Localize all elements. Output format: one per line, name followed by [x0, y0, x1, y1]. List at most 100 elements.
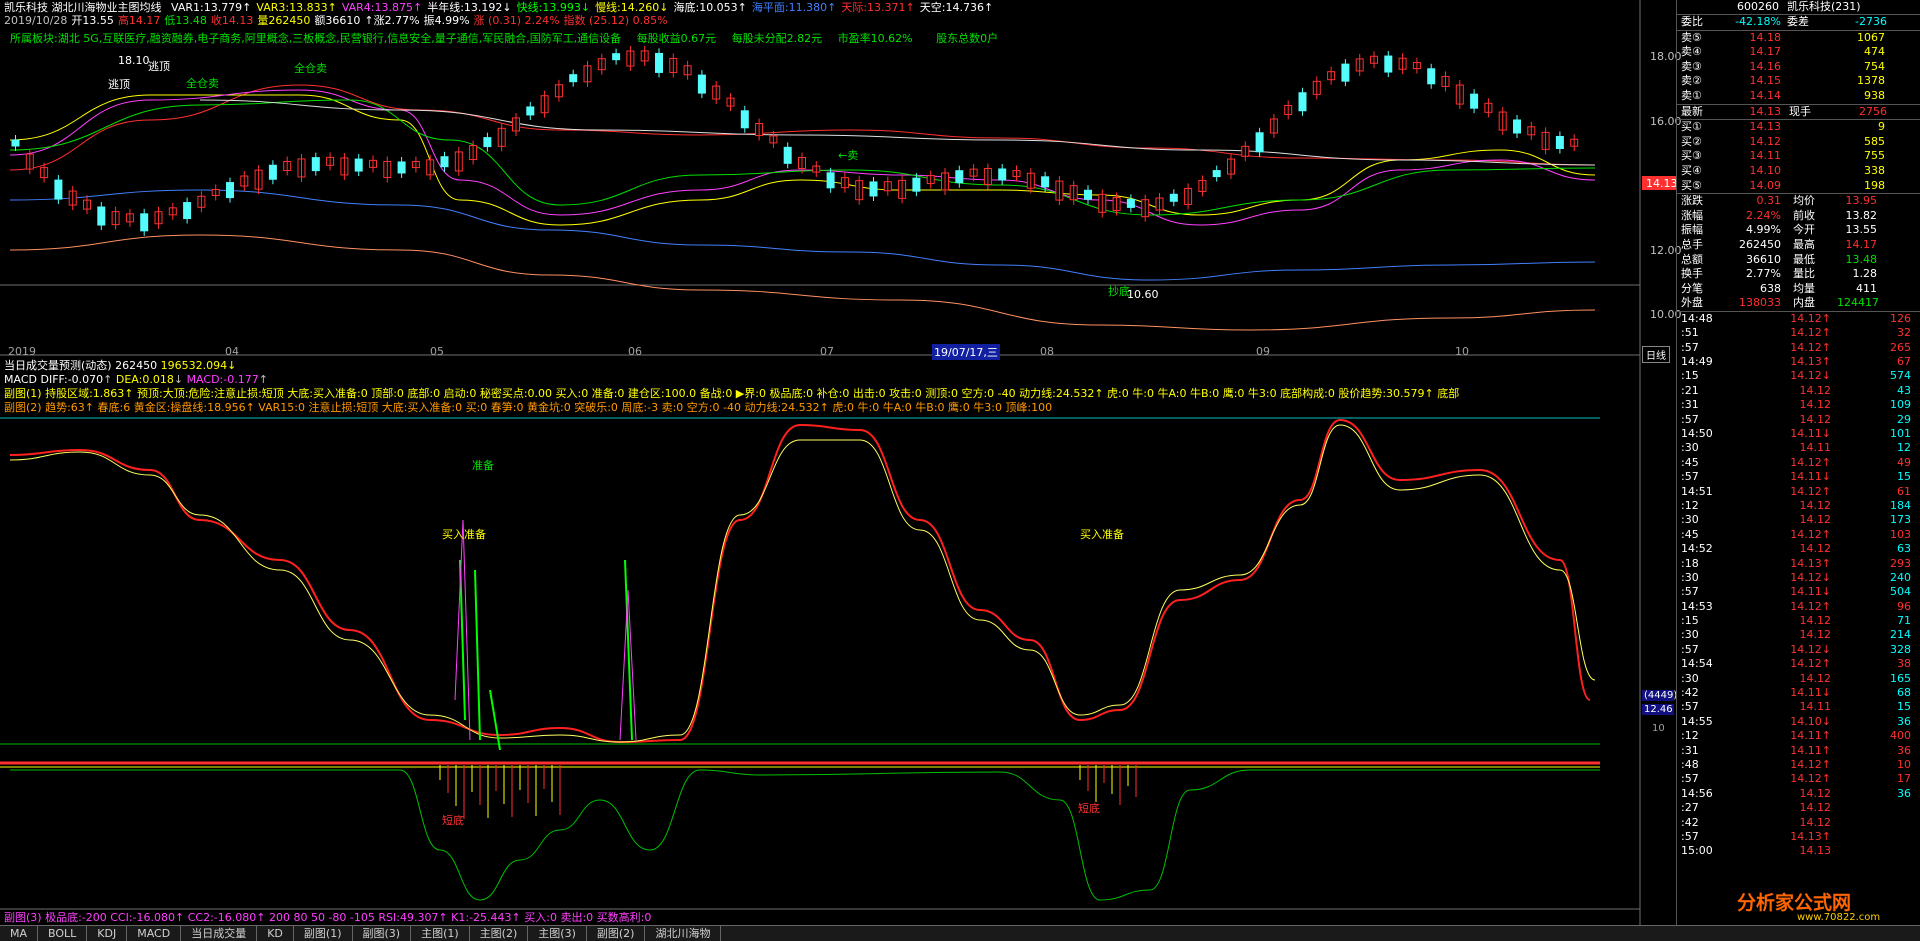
- tick-time: 14:53: [1681, 599, 1713, 613]
- tick-row: :30 14.12 165: [1677, 672, 1920, 686]
- tick-row: :57 14.12 29: [1677, 413, 1920, 427]
- quote-label: 买⑤: [1681, 178, 1702, 192]
- tick-price: 14.10↓: [1790, 714, 1831, 728]
- x-label-08: 08: [1040, 345, 1054, 358]
- stat-label: 分笔: [1681, 281, 1703, 295]
- tick-volume: 36: [1897, 786, 1911, 800]
- tick-volume: [1831, 816, 1911, 830]
- tick-time: :30: [1681, 628, 1699, 642]
- tab-10[interactable]: 主图(3): [528, 926, 587, 941]
- stat-row: 换手 2.77% 量比 1.28: [1677, 267, 1920, 282]
- tick-volume: 36: [1897, 714, 1911, 728]
- tick-time: :30: [1681, 671, 1699, 685]
- quote-label: 卖⑤: [1681, 30, 1702, 44]
- annot-escape-top-2: 逃顶: [108, 78, 130, 91]
- tick-time: :57: [1681, 412, 1699, 426]
- watermark-text: 分析家公式网: [1737, 892, 1852, 914]
- tick-volume: 96: [1897, 599, 1911, 613]
- tick-row: 14:55 14.10↓ 36: [1677, 715, 1920, 729]
- tick-volume: 101: [1890, 427, 1911, 440]
- tab-6[interactable]: 副图(1): [294, 926, 353, 941]
- annot-low-value: 10.60: [1127, 288, 1159, 301]
- tick-row: :48 14.12↑ 10: [1677, 758, 1920, 772]
- tick-price: 14.12↑: [1790, 657, 1831, 671]
- tick-price: 14.12: [1799, 498, 1832, 512]
- tick-row: 15:00 14.13: [1677, 844, 1920, 858]
- macd-macd: MACD:-0.177: [186, 373, 259, 386]
- tick-volume: 504: [1890, 585, 1911, 599]
- tick-volume: [1831, 801, 1911, 815]
- tick-price: 14.11: [1799, 441, 1832, 455]
- quote-label: 买①: [1681, 120, 1702, 134]
- quote-price: 14.11: [1749, 149, 1782, 163]
- tick-price: 14.11↓: [1790, 427, 1831, 440]
- tick-time: :12: [1681, 498, 1699, 512]
- tick-list[interactable]: 14:48 14.12↑ 126:51 14.12↑ 32:57 14.12↑ 265 14:…: [1677, 310, 1920, 859]
- tab-5[interactable]: KD: [257, 926, 294, 941]
- tick-row: :15 14.12 71: [1677, 614, 1920, 628]
- tick-volume: 240: [1890, 570, 1911, 584]
- sub2-magenta-spikes: [454, 519, 637, 741]
- quote-row: 买② 14.12 585: [1677, 135, 1920, 150]
- tick-volume: 103: [1890, 527, 1911, 541]
- tick-price: 14.12↓: [1790, 369, 1831, 383]
- last-price: 14.13: [1749, 104, 1782, 118]
- tab-7[interactable]: 副图(3): [353, 926, 412, 941]
- quote-row: 卖① 14.14 938: [1677, 89, 1920, 104]
- tab-4[interactable]: 当日成交量: [181, 926, 258, 941]
- stat-row: 外盘 138033 内盘 124417: [1677, 296, 1920, 311]
- tick-time: :57: [1681, 340, 1699, 354]
- vol-v1: 262450: [115, 359, 158, 372]
- tick-row: :57 14.11↓ 15: [1677, 470, 1920, 484]
- tab-0[interactable]: MA: [0, 926, 39, 941]
- tab-1[interactable]: BOLL: [38, 926, 88, 941]
- tick-row: :30 14.12 214: [1677, 628, 1920, 642]
- quote-volume: 1378: [1857, 74, 1885, 88]
- tick-volume: 173: [1890, 513, 1911, 527]
- chart-area[interactable]: 凯乐科技 湖北川海物业主图均线 VAR1:13.779↑ VAR3:13.833↑…: [0, 0, 1682, 925]
- stat-label: 换手: [1681, 267, 1703, 281]
- macd-diff: DIFF:-0.070: [40, 373, 104, 386]
- tick-volume: 68: [1897, 686, 1911, 700]
- quote-volume: 1067: [1857, 30, 1885, 44]
- tick-time: 14:49: [1681, 355, 1713, 369]
- wb-label: 委比: [1681, 15, 1703, 28]
- tick-price: 14.12↑: [1790, 455, 1831, 469]
- stat-value-2: 13.55: [1845, 223, 1878, 237]
- tab-12[interactable]: 湖北川海物: [645, 926, 722, 941]
- tab-11[interactable]: 副图(2): [587, 926, 646, 941]
- tab-8[interactable]: 主图(1): [411, 926, 470, 941]
- quote-price: 14.16: [1749, 59, 1782, 73]
- tick-price: 14.12: [1799, 671, 1832, 685]
- tick-price: 14.11↑: [1790, 743, 1831, 757]
- tab-2[interactable]: KDJ: [87, 926, 128, 941]
- tick-price: 14.12↑: [1790, 326, 1831, 340]
- sub3-green-curve: [10, 769, 1600, 901]
- tick-row: :30 14.12 173: [1677, 513, 1920, 527]
- tick-time: 14:56: [1681, 786, 1713, 800]
- tick-price: 14.11↓: [1790, 470, 1831, 484]
- quote-price: 14.14: [1749, 88, 1782, 102]
- tick-volume: 29: [1897, 412, 1911, 426]
- stat-label-2: 前收: [1793, 208, 1815, 222]
- sub2-indicator-line: 副图(2) 趋势:63↑ 春底:6 黄金区:操盘线:18.956↑ VAR15:…: [4, 401, 1053, 414]
- tick-price: 14.12↑: [1790, 772, 1831, 786]
- quote-label: 卖③: [1681, 59, 1702, 73]
- quote-price: 14.10: [1749, 163, 1782, 177]
- tick-time: :51: [1681, 326, 1699, 340]
- stat-value: 138033: [1739, 296, 1781, 310]
- x-cursor-date: 19/07/17,三: [932, 344, 1000, 360]
- tick-volume: 17: [1897, 772, 1911, 786]
- tab-9[interactable]: 主图(2): [470, 926, 529, 941]
- tick-price: 14.12: [1799, 786, 1832, 800]
- stock-title: 凯乐科技(231): [1787, 0, 1861, 13]
- tick-volume: 109: [1890, 398, 1911, 412]
- x-label-05: 05: [430, 345, 444, 358]
- tick-row: :31 14.12 109: [1677, 398, 1920, 412]
- tick-price: 14.12↓: [1790, 642, 1831, 656]
- tab-3[interactable]: MACD: [127, 926, 182, 941]
- tick-price: 14.13↑: [1790, 556, 1831, 570]
- quote-row: 卖④ 14.17 474: [1677, 45, 1920, 60]
- tick-row: :18 14.13↑ 293: [1677, 557, 1920, 571]
- tick-row: :57 14.12↑ 17: [1677, 772, 1920, 786]
